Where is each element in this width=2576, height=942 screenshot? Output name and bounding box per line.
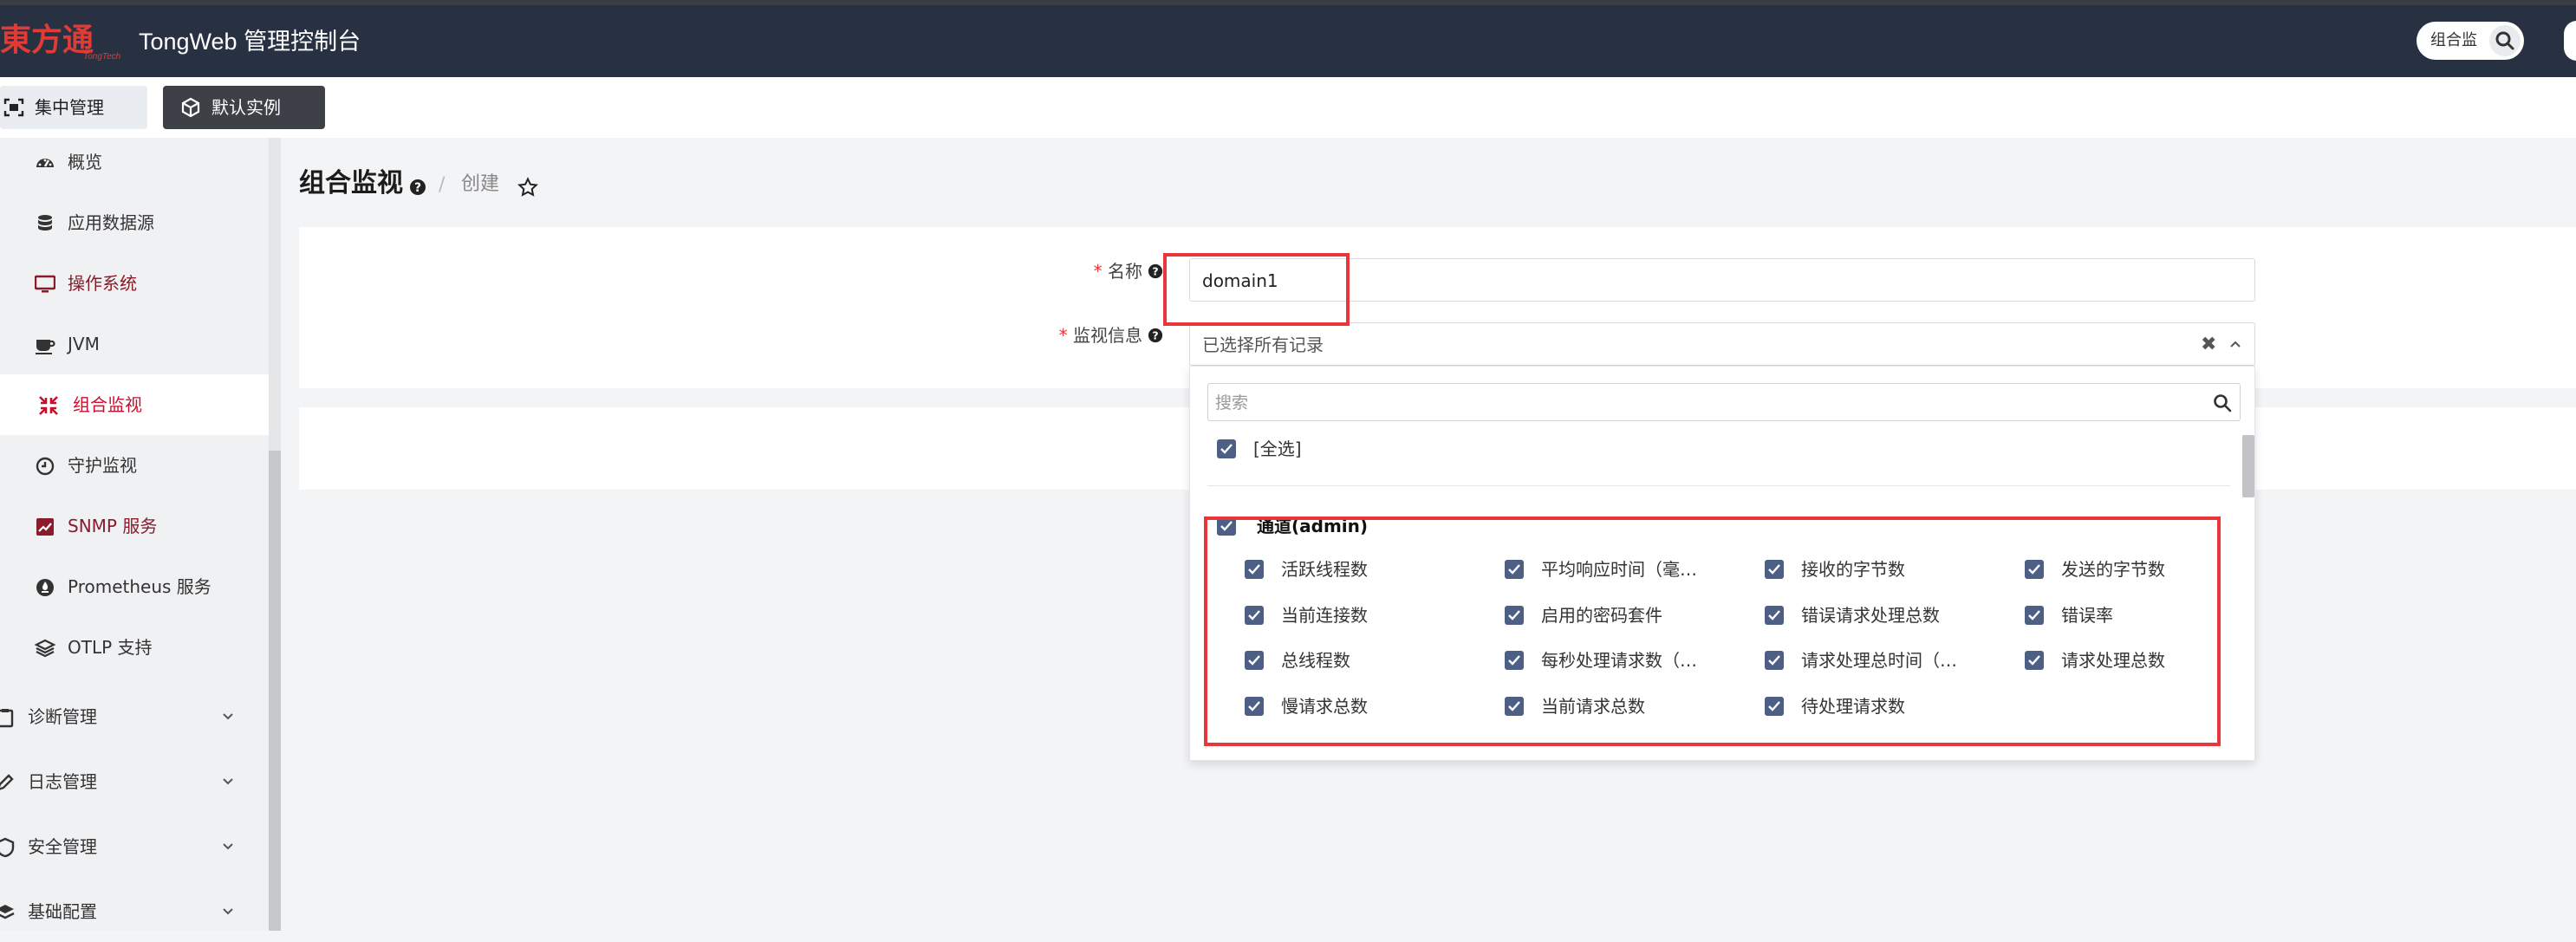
mode-bar <box>0 77 2576 138</box>
sidebar-item-label: JVM <box>68 334 100 354</box>
company-logo: 東方通 TongTech <box>0 19 121 62</box>
sidebar-item-otlp[interactable]: OTLP 支持 <box>0 617 269 678</box>
sidebar-item-snmp[interactable]: SNMP 服务 <box>0 496 269 556</box>
sidebar-scrollbar-thumb[interactable] <box>269 451 281 931</box>
sidebar-item-combined-monitor[interactable]: 组合监视 <box>0 374 269 435</box>
sidebar-group-basic-config[interactable]: 基础配置 <box>0 881 269 942</box>
select-all-checkbox[interactable] <box>1217 439 1236 458</box>
database-icon <box>38 215 52 231</box>
prometheus-icon <box>36 579 54 596</box>
star-icon[interactable] <box>517 177 538 198</box>
global-search-text[interactable]: 组合监 <box>2430 30 2477 51</box>
tab-central-label: 集中管理 <box>35 97 104 118</box>
help-icon[interactable]: ? <box>1148 328 1163 343</box>
chevron-up-icon[interactable] <box>2228 337 2242 351</box>
logo-text: 東方通 <box>0 22 94 58</box>
monitor-label-text: 监视信息 <box>1073 325 1142 346</box>
dropdown-scrollbar-thumb[interactable] <box>2242 435 2254 497</box>
dropdown-search-placeholder: 搜索 <box>1215 393 1249 413</box>
sidebar-item-os[interactable]: 操作系统 <box>0 253 269 314</box>
required-mark: * <box>1093 261 1103 282</box>
sidebar-item-label: SNMP 服务 <box>68 516 158 536</box>
sidebar-item-overview[interactable]: 概览 <box>0 132 269 192</box>
monitor-icon <box>35 275 55 293</box>
page-title: 组合监视 <box>299 168 403 198</box>
sidebar-group-label: 诊断管理 <box>28 706 97 727</box>
sidebar-item-datasource[interactable]: 应用数据源 <box>0 192 269 253</box>
sidebar-item-prometheus[interactable]: Prometheus 服务 <box>0 556 269 617</box>
svg-text:?: ? <box>1152 329 1158 342</box>
chevron-down-icon <box>223 713 233 720</box>
tab-default-instance[interactable]: 默认实例 <box>163 86 325 129</box>
chevron-down-icon <box>223 908 233 915</box>
dashboard-icon <box>36 159 54 167</box>
user-menu[interactable] <box>2564 21 2576 61</box>
name-label: * 名称 <box>1040 260 1142 283</box>
sidebar-group-label: 基础配置 <box>28 901 97 922</box>
combine-icon <box>39 396 58 415</box>
logo-subtext: TongTech <box>83 52 121 62</box>
highlight-box <box>1163 253 1350 326</box>
monitor-select-value: 已选择所有记录 <box>1202 335 1324 355</box>
monitor-select[interactable]: 已选择所有记录 ✖ <box>1189 322 2255 366</box>
chart-icon <box>36 518 54 536</box>
clipboard-icon <box>0 709 14 728</box>
svg-text:?: ? <box>1152 265 1158 278</box>
sidebar-item-guard-monitor[interactable]: 守护监视 <box>0 435 269 496</box>
app-title: TongWeb 管理控制台 <box>139 29 361 55</box>
chevron-down-icon <box>223 778 233 785</box>
clock-icon <box>36 457 55 476</box>
tab-central-management[interactable]: 集中管理 <box>0 86 147 129</box>
search-button[interactable] <box>2489 25 2521 56</box>
sidebar-group-diagnosis[interactable]: 诊断管理 <box>0 686 269 747</box>
clear-icon[interactable]: ✖ <box>2201 334 2216 356</box>
tab-default-label: 默认实例 <box>211 97 281 118</box>
name-label-text: 名称 <box>1108 261 1142 282</box>
sidebar-item-label: 应用数据源 <box>68 212 154 233</box>
top-bar <box>0 0 2576 77</box>
sidebar-item-label: OTLP 支持 <box>68 637 153 658</box>
search-icon <box>2495 31 2514 50</box>
svg-text:?: ? <box>414 181 421 195</box>
dropdown-divider <box>1207 485 2230 486</box>
shield-icon <box>0 837 15 858</box>
global-search[interactable]: 组合监 <box>2417 22 2524 60</box>
select-all-label[interactable]: [全选] <box>1253 438 1302 460</box>
layers-icon <box>35 639 55 658</box>
breadcrumb-separator: / <box>439 174 446 196</box>
sidebar-item-label: 守护监视 <box>68 455 137 476</box>
coffee-icon <box>36 340 55 354</box>
scan-icon <box>3 98 24 117</box>
sidebar-group-label: 安全管理 <box>28 836 97 857</box>
breadcrumb-current: 创建 <box>461 173 500 195</box>
help-icon[interactable]: ? <box>409 179 426 196</box>
sidebar-group-label: 日志管理 <box>28 771 97 792</box>
chevron-down-icon <box>223 843 233 850</box>
cube-icon <box>181 97 200 118</box>
sidebar-item-label: Prometheus 服务 <box>68 576 211 597</box>
edit-icon <box>0 774 14 790</box>
search-icon <box>2214 394 2232 413</box>
highlight-box <box>1204 516 2221 746</box>
sidebar-group-security[interactable]: 安全管理 <box>0 816 269 877</box>
sidebar-item-label: 操作系统 <box>68 273 137 294</box>
sidebar-item-jvm[interactable]: JVM <box>0 314 269 374</box>
required-mark: * <box>1058 325 1068 346</box>
help-icon[interactable]: ? <box>1148 263 1163 279</box>
sidebar-group-logs[interactable]: 日志管理 <box>0 751 269 812</box>
sidebar-item-label: 概览 <box>68 152 102 172</box>
stack-icon <box>0 905 15 919</box>
dropdown-search-input[interactable]: 搜索 <box>1207 383 2241 421</box>
sidebar-item-label: 组合监视 <box>73 394 142 415</box>
monitor-label: * 监视信息 <box>1005 324 1142 347</box>
